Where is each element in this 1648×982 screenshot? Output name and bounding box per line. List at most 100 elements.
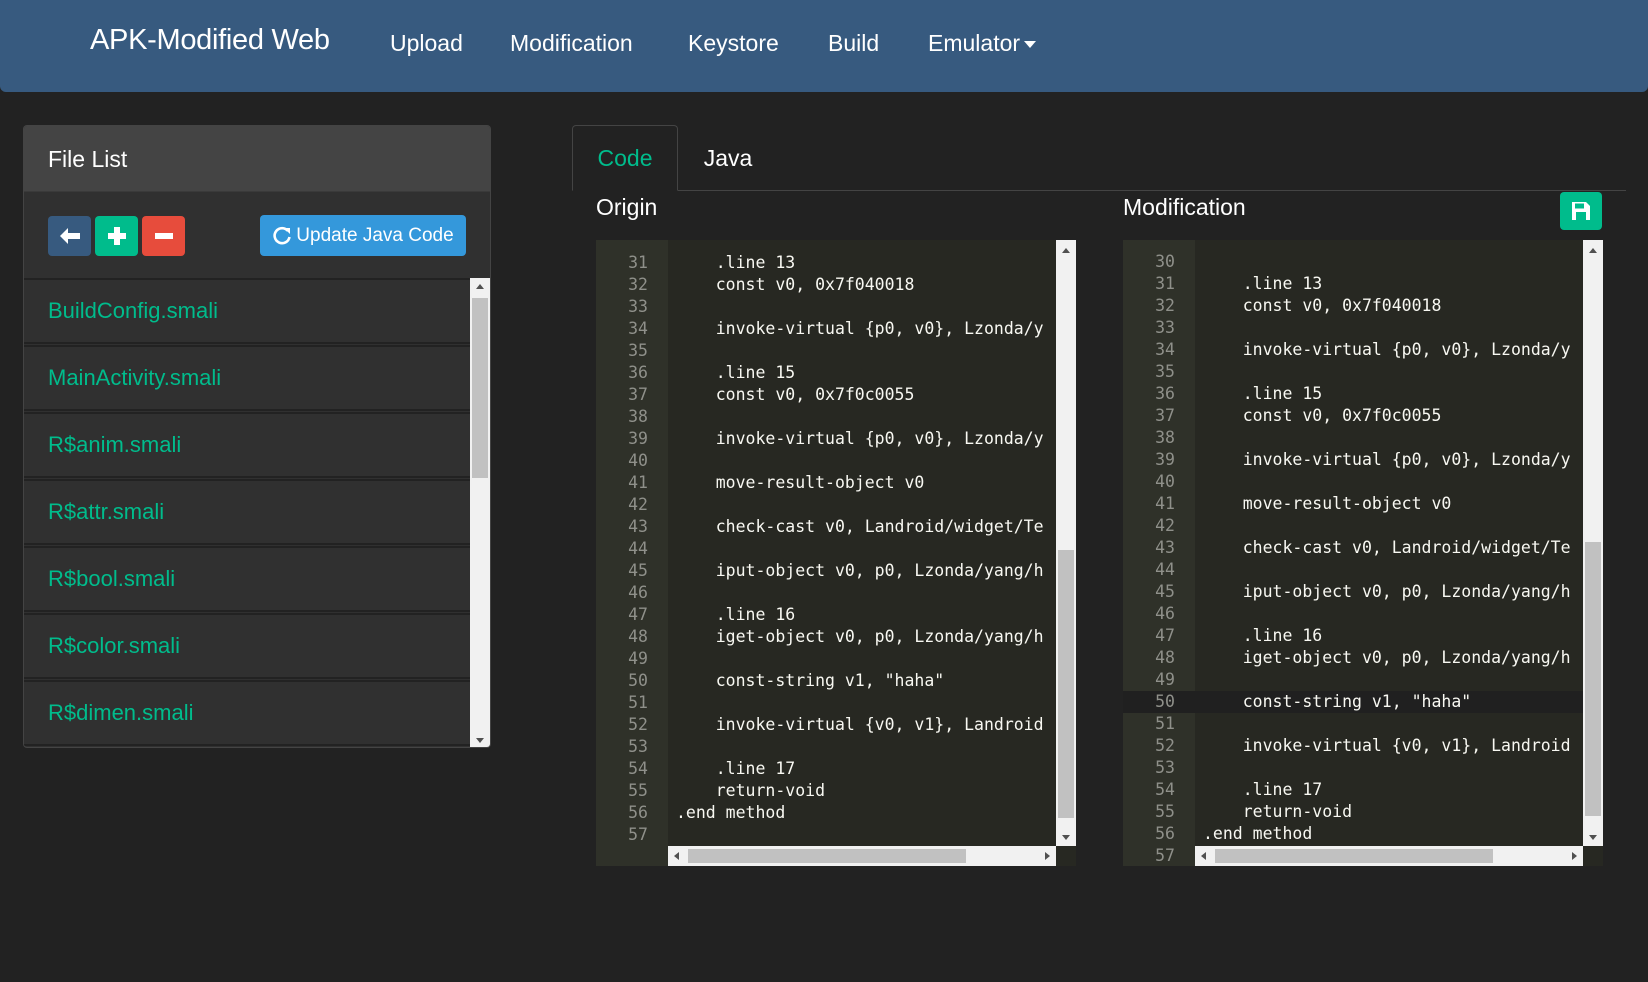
code-line[interactable]: 41 move-result-object v0 (596, 472, 1076, 494)
file-list-scrollbar[interactable] (470, 278, 490, 747)
modification-label: Modification (1123, 194, 1246, 220)
code-line[interactable]: 53 (1123, 757, 1603, 779)
code-line[interactable]: 46 (596, 582, 1076, 604)
modification-vertical-scroll-thumb[interactable] (1585, 542, 1601, 816)
code-line[interactable]: 56 .end method (596, 802, 1076, 824)
code-line[interactable]: 50 const-string v1, "haha" (1123, 691, 1603, 713)
code-line[interactable]: 33 (1123, 317, 1603, 339)
save-button[interactable] (1560, 192, 1602, 230)
code-line[interactable]: 47 .line 16 (1123, 625, 1603, 647)
code-line[interactable]: 54 .line 17 (596, 758, 1076, 780)
scroll-down-icon[interactable] (1589, 835, 1597, 840)
nav-modification[interactable]: Modification (510, 30, 633, 57)
code-line[interactable]: 37 const v0, 0x7f0c0055 (596, 384, 1076, 406)
code-line[interactable]: 35 (596, 340, 1076, 362)
nav-keystore[interactable]: Keystore (688, 30, 779, 57)
code-line[interactable]: 37 const v0, 0x7f0c0055 (1123, 405, 1603, 427)
code-line[interactable]: 54 .line 17 (1123, 779, 1603, 801)
origin-horizontal-scrollbar[interactable] (668, 846, 1056, 866)
scroll-left-icon[interactable] (674, 852, 679, 860)
scroll-left-icon[interactable] (1201, 852, 1206, 860)
file-list[interactable]: BuildConfig.smali MainActivity.smali R$a… (24, 278, 470, 747)
code-line[interactable]: 38 (596, 406, 1076, 428)
code-line[interactable]: 40 (1123, 471, 1603, 493)
tab-java[interactable]: Java (680, 125, 776, 191)
nav-build[interactable]: Build (828, 30, 879, 57)
tab-code[interactable]: Code (572, 125, 678, 191)
code-line[interactable]: 40 (596, 450, 1076, 472)
scroll-up-icon[interactable] (1062, 248, 1070, 253)
code-line[interactable]: 39 invoke-virtual {p0, v0}, Lzonda/y (596, 428, 1076, 450)
code-line[interactable]: 41 move-result-object v0 (1123, 493, 1603, 515)
code-line[interactable]: 49 (596, 648, 1076, 670)
code-line[interactable]: 52 invoke-virtual {v0, v1}, Landroid (1123, 735, 1603, 757)
scroll-right-icon[interactable] (1572, 852, 1577, 860)
file-item-r-bool[interactable]: R$bool.smali (24, 546, 470, 612)
code-line[interactable]: 36 .line 15 (596, 362, 1076, 384)
code-line[interactable]: 57 (596, 824, 1076, 846)
code-line[interactable]: 31 .line 13 (596, 252, 1076, 274)
code-line[interactable]: 56 .end method (1123, 823, 1603, 845)
code-line[interactable]: 34 invoke-virtual {p0, v0}, Lzonda/y (1123, 339, 1603, 361)
scroll-down-icon[interactable] (476, 738, 484, 743)
code-line[interactable]: 49 (1123, 669, 1603, 691)
modification-horizontal-scrollbar[interactable] (1195, 846, 1583, 866)
file-item-mainactivity[interactable]: MainActivity.smali (24, 345, 470, 411)
code-line[interactable]: 39 invoke-virtual {p0, v0}, Lzonda/y (1123, 449, 1603, 471)
scroll-up-icon[interactable] (1589, 248, 1597, 253)
update-java-code-button[interactable]: Update Java Code (260, 215, 466, 256)
code-line[interactable]: 43 check-cast v0, Landroid/widget/Te (1123, 537, 1603, 559)
code-line[interactable]: 45 iput-object v0, p0, Lzonda/yang/h (1123, 581, 1603, 603)
brand-title[interactable]: APK-Modified Web (90, 24, 330, 57)
code-line[interactable]: 32 const v0, 0x7f040018 (596, 274, 1076, 296)
code-line[interactable]: 51 (1123, 713, 1603, 735)
scroll-right-icon[interactable] (1045, 852, 1050, 860)
code-line[interactable]: 53 (596, 736, 1076, 758)
code-line[interactable]: 47 .line 16 (596, 604, 1076, 626)
code-line[interactable]: 42 (1123, 515, 1603, 537)
file-item-r-color[interactable]: R$color.smali (24, 613, 470, 679)
code-line[interactable]: 31 .line 13 (1123, 273, 1603, 295)
scroll-down-icon[interactable] (1062, 835, 1070, 840)
code-line[interactable]: 45 iput-object v0, p0, Lzonda/yang/h (596, 560, 1076, 582)
code-line[interactable]: 46 (1123, 603, 1603, 625)
code-line[interactable]: 48 iget-object v0, p0, Lzonda/yang/h (596, 626, 1076, 648)
code-line[interactable]: 38 (1123, 427, 1603, 449)
code-line[interactable]: 34 invoke-virtual {p0, v0}, Lzonda/y (596, 318, 1076, 340)
file-item-r-anim[interactable]: R$anim.smali (24, 412, 470, 478)
file-item-r-dimen[interactable]: R$dimen.smali (24, 680, 470, 746)
code-line[interactable]: 36 .line 15 (1123, 383, 1603, 405)
modification-horizontal-scroll-thumb[interactable] (1215, 849, 1493, 863)
origin-code-editor[interactable]: 31 .line 13 32 const v0, 0x7f040018 33 34 i… (596, 240, 1076, 866)
code-line[interactable]: 30 (1123, 251, 1603, 273)
modification-code-editor[interactable]: 30 31 .line 13 32 const v0, 0x7f040018 33 34… (1123, 240, 1603, 866)
code-line[interactable]: 51 (596, 692, 1076, 714)
nav-upload[interactable]: Upload (390, 30, 463, 57)
back-button[interactable] (48, 216, 91, 256)
line-number: 57 (1155, 846, 1175, 865)
file-item-r-attr[interactable]: R$attr.smali (24, 479, 470, 545)
origin-horizontal-scroll-thumb[interactable] (688, 849, 966, 863)
nav-emulator-dropdown[interactable]: Emulator (928, 30, 1037, 57)
file-item-buildconfig[interactable]: BuildConfig.smali (24, 278, 470, 344)
origin-vertical-scrollbar[interactable] (1056, 240, 1076, 846)
file-list-scroll-thumb[interactable] (472, 298, 488, 478)
code-line[interactable]: 55 return-void (596, 780, 1076, 802)
modification-vertical-scrollbar[interactable] (1583, 240, 1603, 846)
code-line[interactable]: 32 const v0, 0x7f040018 (1123, 295, 1603, 317)
code-line[interactable]: 44 (1123, 559, 1603, 581)
code-line[interactable]: 44 (596, 538, 1076, 560)
line-text: invoke-virtual {p0, v0}, Lzonda/y (676, 319, 1044, 338)
code-line[interactable]: 55 return-void (1123, 801, 1603, 823)
code-line[interactable]: 48 iget-object v0, p0, Lzonda/yang/h (1123, 647, 1603, 669)
code-line[interactable]: 35 (1123, 361, 1603, 383)
code-line[interactable]: 52 invoke-virtual {v0, v1}, Landroid (596, 714, 1076, 736)
code-line[interactable]: 50 const-string v1, "haha" (596, 670, 1076, 692)
scroll-up-icon[interactable] (476, 284, 484, 289)
remove-file-button[interactable] (142, 216, 185, 256)
code-line[interactable]: 33 (596, 296, 1076, 318)
add-file-button[interactable] (95, 216, 138, 256)
code-line[interactable]: 43 check-cast v0, Landroid/widget/Te (596, 516, 1076, 538)
code-line[interactable]: 42 (596, 494, 1076, 516)
origin-vertical-scroll-thumb[interactable] (1058, 550, 1074, 818)
